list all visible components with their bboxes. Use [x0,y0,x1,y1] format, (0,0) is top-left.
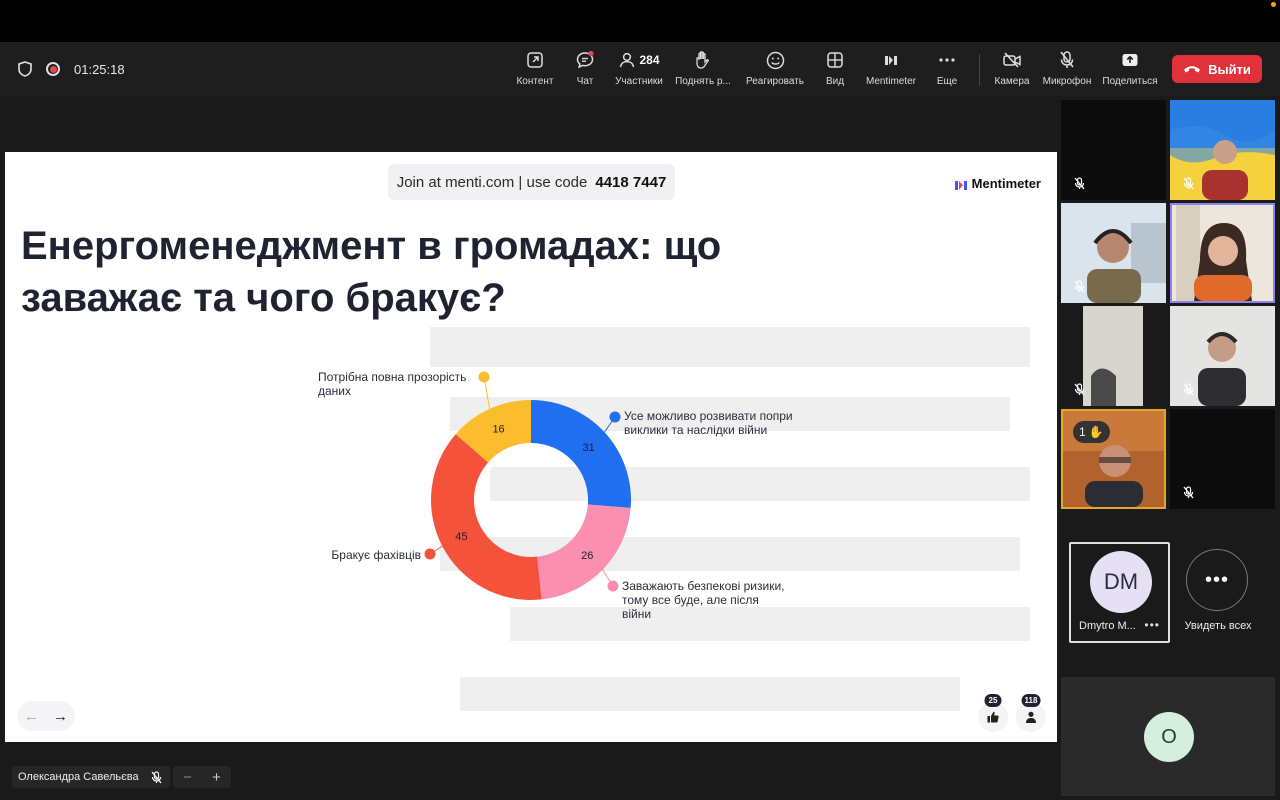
mic-muted-icon [1074,177,1085,190]
share-icon [1121,48,1139,72]
person-icon [1026,711,1036,723]
avatar: O [1144,712,1194,762]
toolbar-camera-button[interactable]: Камера [992,48,1032,92]
slice-value-label: 31 [583,442,595,454]
legend-dot [424,548,436,560]
zoom-in-icon[interactable]: + [212,769,221,786]
legend-dot [609,411,621,423]
toolbar-view-button[interactable]: Вид [821,48,849,92]
toolbar-more-button[interactable]: Еще [934,48,960,92]
toolbar-divider [979,54,980,86]
more-icon [938,48,956,72]
self-view-name: Олександра Савельєва [12,766,170,788]
next-slide-icon[interactable]: → [53,708,68,725]
meeting-timer: 01:25:18 [74,61,125,77]
phone-hangup-icon [1184,66,1201,73]
zoom-controls: − + [173,766,231,788]
toolbar-share-button[interactable]: Поделиться [1101,48,1159,92]
participant-video [1172,205,1273,301]
participants-count: 284 [639,53,660,67]
slice-category-label: Заважають безпекові ризики, тому все буде… [622,579,784,621]
see-all-label: Увидеть всех [1184,620,1252,632]
legend-dot [478,371,490,383]
legend-dot [607,580,619,592]
mic-muted-icon [1183,486,1194,499]
participant-tile-dm[interactable]: DM Dmytro M... ••• [1069,542,1170,643]
likes-count: 25 [984,694,1002,707]
slide-navigation: ← → [17,701,75,731]
window-top-strip [0,0,1280,42]
toolbar-react-button[interactable]: Реагировать [744,48,806,92]
mic-muted-icon [1183,177,1194,190]
mic-muted-icon [1074,280,1085,293]
toolbar-participants-button[interactable]: 284 Участники [612,48,666,92]
raise-hand-icon [694,48,712,72]
participant-name: Dmytro M... [1079,620,1136,632]
participant-tile[interactable] [1061,100,1166,200]
toolbar-mentimeter-button[interactable]: Mentimeter [862,48,920,92]
raised-hand-icon: ✋ [1088,425,1104,439]
avatar: DM [1090,551,1152,613]
slice-category-label: Потрібна повна прозорість даних [318,370,466,398]
donut-chart: 31 Усе можливо розвивати попри виклики та … [318,370,793,621]
leave-meeting-button[interactable]: Выйти [1172,55,1262,83]
thumbs-up-icon [987,711,999,723]
mic-muted-icon [1183,383,1194,396]
participant-more-icon[interactable]: ••• [1144,618,1160,632]
participants-icon [620,52,635,68]
zoom-out-icon[interactable]: − [183,769,192,786]
toolbar-raise-hand-button[interactable]: Поднять р... [672,48,734,92]
camera-off-icon [1002,48,1022,72]
slice-value-label: 16 [492,424,504,436]
participant-tile[interactable] [1170,306,1275,406]
toolbar-content-button[interactable]: Контент [514,48,556,92]
mentimeter-icon [883,48,899,72]
slice-value-label: 26 [581,550,593,562]
grid-view-icon [826,48,844,72]
presentation-slide: Join at menti.com | use code 4418 7447 M… [5,152,1057,742]
participant-tile-o[interactable]: O [1061,677,1275,796]
see-all-button[interactable]: ••• [1186,549,1248,611]
security-shield-icon[interactable] [18,61,32,77]
participant-tile[interactable] [1061,306,1166,406]
mic-off-icon [1058,48,1076,72]
slice-category-label: Усе можливо розвивати попри виклики та на… [624,409,793,437]
smile-icon [766,48,785,72]
prev-slide-icon[interactable]: ← [24,708,39,725]
slice-category-label: Бракує фахівців [331,548,421,562]
chat-icon [575,48,595,72]
notification-dot [1271,2,1276,7]
toolbar-microphone-button[interactable]: Микрофон [1040,48,1094,92]
slice-value-label: 45 [455,531,467,543]
audience-count-button[interactable]: 118 [1016,694,1046,732]
audience-count: 118 [1021,694,1041,707]
participant-tile-hand-raised[interactable]: 1 ✋ [1061,409,1166,509]
meeting-toolbar: 01:25:18 Контент Чат 284 Участники Подня… [0,42,1280,96]
share-content-icon [526,48,544,72]
raised-hand-badge: 1 ✋ [1073,421,1110,443]
toolbar-chat-button[interactable]: Чат [570,48,600,92]
recording-icon[interactable] [46,62,60,76]
mic-muted-icon [151,770,162,783]
like-reaction-button[interactable]: 25 [978,694,1008,732]
participant-tile[interactable] [1170,100,1275,200]
participant-tile[interactable] [1170,409,1275,509]
mic-muted-icon [1074,383,1085,396]
participant-tile[interactable] [1061,203,1166,303]
more-icon: ••• [1204,568,1229,591]
participant-tile-active-speaker[interactable] [1170,203,1275,303]
